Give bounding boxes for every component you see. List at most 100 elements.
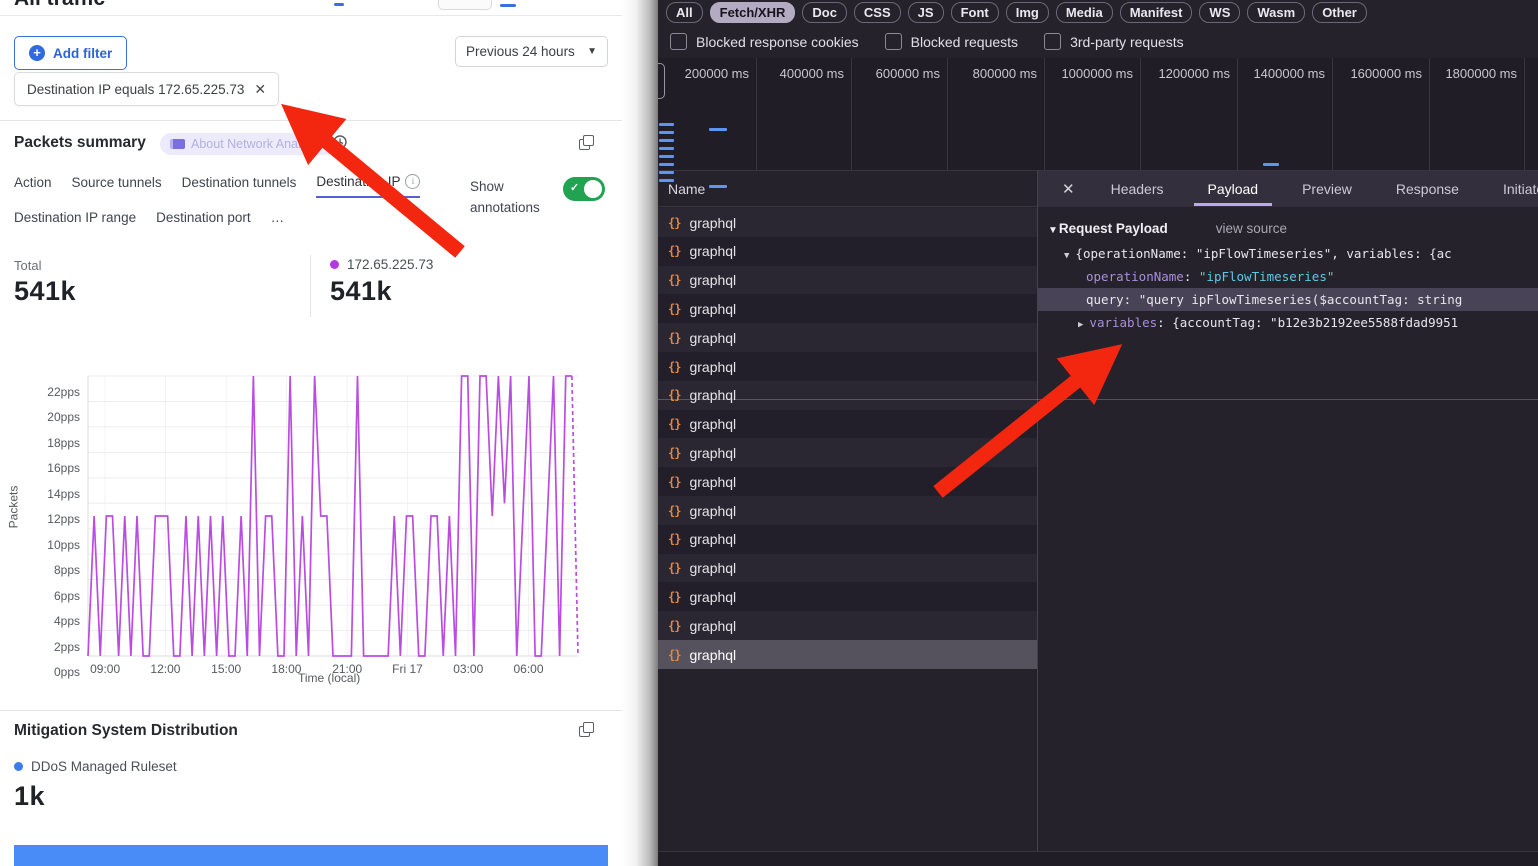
request-row[interactable]: {}graphql (658, 323, 1037, 352)
request-row[interactable]: {}graphql (658, 554, 1037, 583)
expand-card-icon[interactable] (579, 722, 595, 738)
filter-pill-wasm[interactable]: Wasm (1247, 2, 1305, 23)
request-name: graphql (689, 618, 736, 634)
packets-tabs-row2: Destination IP range Destination port … (14, 210, 284, 232)
view-source-link[interactable]: view source (1216, 221, 1287, 236)
ruler-tick-label: 1000000 ms (1061, 66, 1133, 81)
request-marker (659, 123, 674, 126)
filter-pill-all[interactable]: All (666, 2, 703, 23)
filter-pill-js[interactable]: JS (908, 2, 944, 23)
payload-segment: {operationName: "ipFlowTimeseries", vari… (1075, 246, 1451, 261)
request-name: graphql (689, 243, 736, 259)
payload-line-2[interactable]: query: "query ipFlowTimeseries($accountT… (1038, 288, 1538, 311)
request-row[interactable]: {}graphql (658, 237, 1037, 266)
remove-filter-icon[interactable]: ✕ (254, 81, 266, 98)
filter-pill-other[interactable]: Other (1312, 2, 1367, 23)
show-annotations-toggle[interactable]: ✓ (563, 177, 605, 201)
request-row[interactable]: {}graphql (658, 438, 1037, 467)
network-timeline-overview[interactable]: 200000 ms400000 ms600000 ms800000 ms1000… (658, 58, 1538, 171)
more-tabs-ellipsis[interactable]: … (271, 210, 285, 232)
detail-tab-headers[interactable]: Headers (1097, 172, 1178, 206)
x-axis-label: Time (local) (298, 671, 360, 685)
checkbox-3rd-party-requests[interactable]: 3rd-party requests (1044, 33, 1184, 50)
request-payload-section[interactable]: ▼Request Payload (1048, 221, 1168, 236)
tab-source-tunnels[interactable]: Source tunnels (72, 174, 162, 198)
filter-chip[interactable]: Destination IP equals 172.65.225.73 ✕ (14, 72, 279, 106)
filter-pill-img[interactable]: Img (1006, 2, 1049, 23)
ruler-tick-label: 600000 ms (876, 66, 940, 81)
x-tick: 12:00 (150, 662, 180, 676)
checkbox-blocked-response-cookies[interactable]: Blocked response cookies (670, 33, 859, 50)
y-tick: 14pps (34, 487, 80, 501)
payload-segment: : (1124, 292, 1139, 307)
about-network-analytics-badge[interactable]: About Network Analytics (160, 133, 336, 155)
request-name: graphql (689, 503, 736, 519)
filter-pill-ws[interactable]: WS (1199, 2, 1240, 23)
payload-segment: "ipFlowTimeseries" (1199, 269, 1334, 284)
request-name: graphql (689, 330, 736, 346)
request-name: graphql (689, 647, 736, 663)
mitigation-distribution-bar[interactable] (14, 845, 608, 866)
detail-tab-initiator[interactable]: Initiator (1489, 172, 1538, 206)
payload-line-3[interactable]: ▶variables: {accountTag: "b12e3b2192ee55… (1038, 311, 1538, 334)
total-value: 541k (14, 276, 76, 307)
close-icon[interactable]: ✕ (1038, 180, 1089, 198)
name-column-header[interactable]: Name (658, 171, 1037, 207)
plus-icon: + (29, 45, 45, 61)
payload-segment: operationName (1086, 269, 1184, 284)
request-row[interactable]: {}graphql (658, 611, 1037, 640)
filter-pill-font[interactable]: Font (951, 2, 999, 23)
request-row[interactable]: {}graphql (658, 208, 1037, 237)
detail-tab-preview[interactable]: Preview (1288, 172, 1366, 206)
request-row[interactable]: {}graphql (658, 266, 1037, 295)
analytics-pane: All traffic + Add filter Previous 24 hou… (0, 0, 622, 866)
json-braces-icon: {} (668, 417, 680, 431)
request-detail-panel: ✕ Headers Payload Preview Response Initiator… (1038, 171, 1538, 866)
tab-destination-ip[interactable]: Destination IP i (316, 174, 420, 198)
info-icon[interactable]: i (405, 174, 420, 189)
expanded-triangle-icon[interactable]: ▼ (1064, 251, 1069, 261)
clock-icon[interactable] (333, 135, 347, 149)
collapsed-triangle-icon[interactable]: ▶ (1078, 320, 1083, 330)
payload-line-1[interactable]: operationName: "ipFlowTimeseries" (1038, 265, 1538, 288)
checkbox-icon[interactable] (1044, 33, 1061, 50)
request-row[interactable]: {}graphql (658, 352, 1037, 381)
y-tick: 10pps (34, 538, 80, 552)
detail-tab-payload[interactable]: Payload (1194, 172, 1273, 206)
detail-tab-response[interactable]: Response (1382, 172, 1473, 206)
timeline-scroll-handle[interactable] (658, 63, 665, 99)
tab-destination-tunnels[interactable]: Destination tunnels (182, 174, 297, 198)
request-row[interactable]: {}graphql (658, 467, 1037, 496)
tab-action[interactable]: Action (14, 174, 52, 198)
request-row[interactable]: {}graphql (658, 381, 1037, 410)
filter-pill-manifest[interactable]: Manifest (1120, 2, 1193, 23)
filter-pill-doc[interactable]: Doc (802, 2, 847, 23)
request-row-selected[interactable]: {}graphql (658, 640, 1037, 669)
section-divider (0, 120, 622, 121)
payload-segment: variables (1089, 315, 1157, 330)
tab-destination-ip-range[interactable]: Destination IP range (14, 210, 136, 232)
add-filter-button[interactable]: + Add filter (14, 36, 127, 70)
json-braces-icon: {} (668, 273, 680, 287)
filter-pill-fetch-xhr[interactable]: Fetch/XHR (710, 2, 796, 23)
time-range-dropdown[interactable]: Previous 24 hours ▼ (455, 36, 608, 67)
filter-pill-media[interactable]: Media (1056, 2, 1113, 23)
request-row[interactable]: {}graphql (658, 582, 1037, 611)
x-tick: 18:00 (271, 662, 301, 676)
checkbox-icon[interactable] (885, 33, 902, 50)
request-type-filters: All Fetch/XHR Doc CSS JS Font Img Media Manifest… (666, 2, 1367, 23)
checkbox-blocked-requests[interactable]: Blocked requests (885, 33, 1018, 50)
json-braces-icon: {} (668, 446, 680, 460)
payload-line-0[interactable]: ▼ {operationName: "ipFlowTimeseries", var… (1038, 242, 1538, 265)
tab-destination-port[interactable]: Destination port (156, 210, 251, 232)
request-row[interactable]: {}graphql (658, 294, 1037, 323)
request-row[interactable]: {}graphql (658, 496, 1037, 525)
expand-card-icon[interactable] (579, 135, 595, 151)
request-row[interactable]: {}graphql (658, 410, 1037, 439)
request-row[interactable]: {}graphql (658, 525, 1037, 554)
checkbox-icon[interactable] (670, 33, 687, 50)
filter-pill-css[interactable]: CSS (854, 2, 901, 23)
checkbox-label: Blocked response cookies (696, 34, 859, 50)
ruler-divider (851, 58, 852, 170)
ruler-tick-label: 1800000 ms (1445, 66, 1517, 81)
